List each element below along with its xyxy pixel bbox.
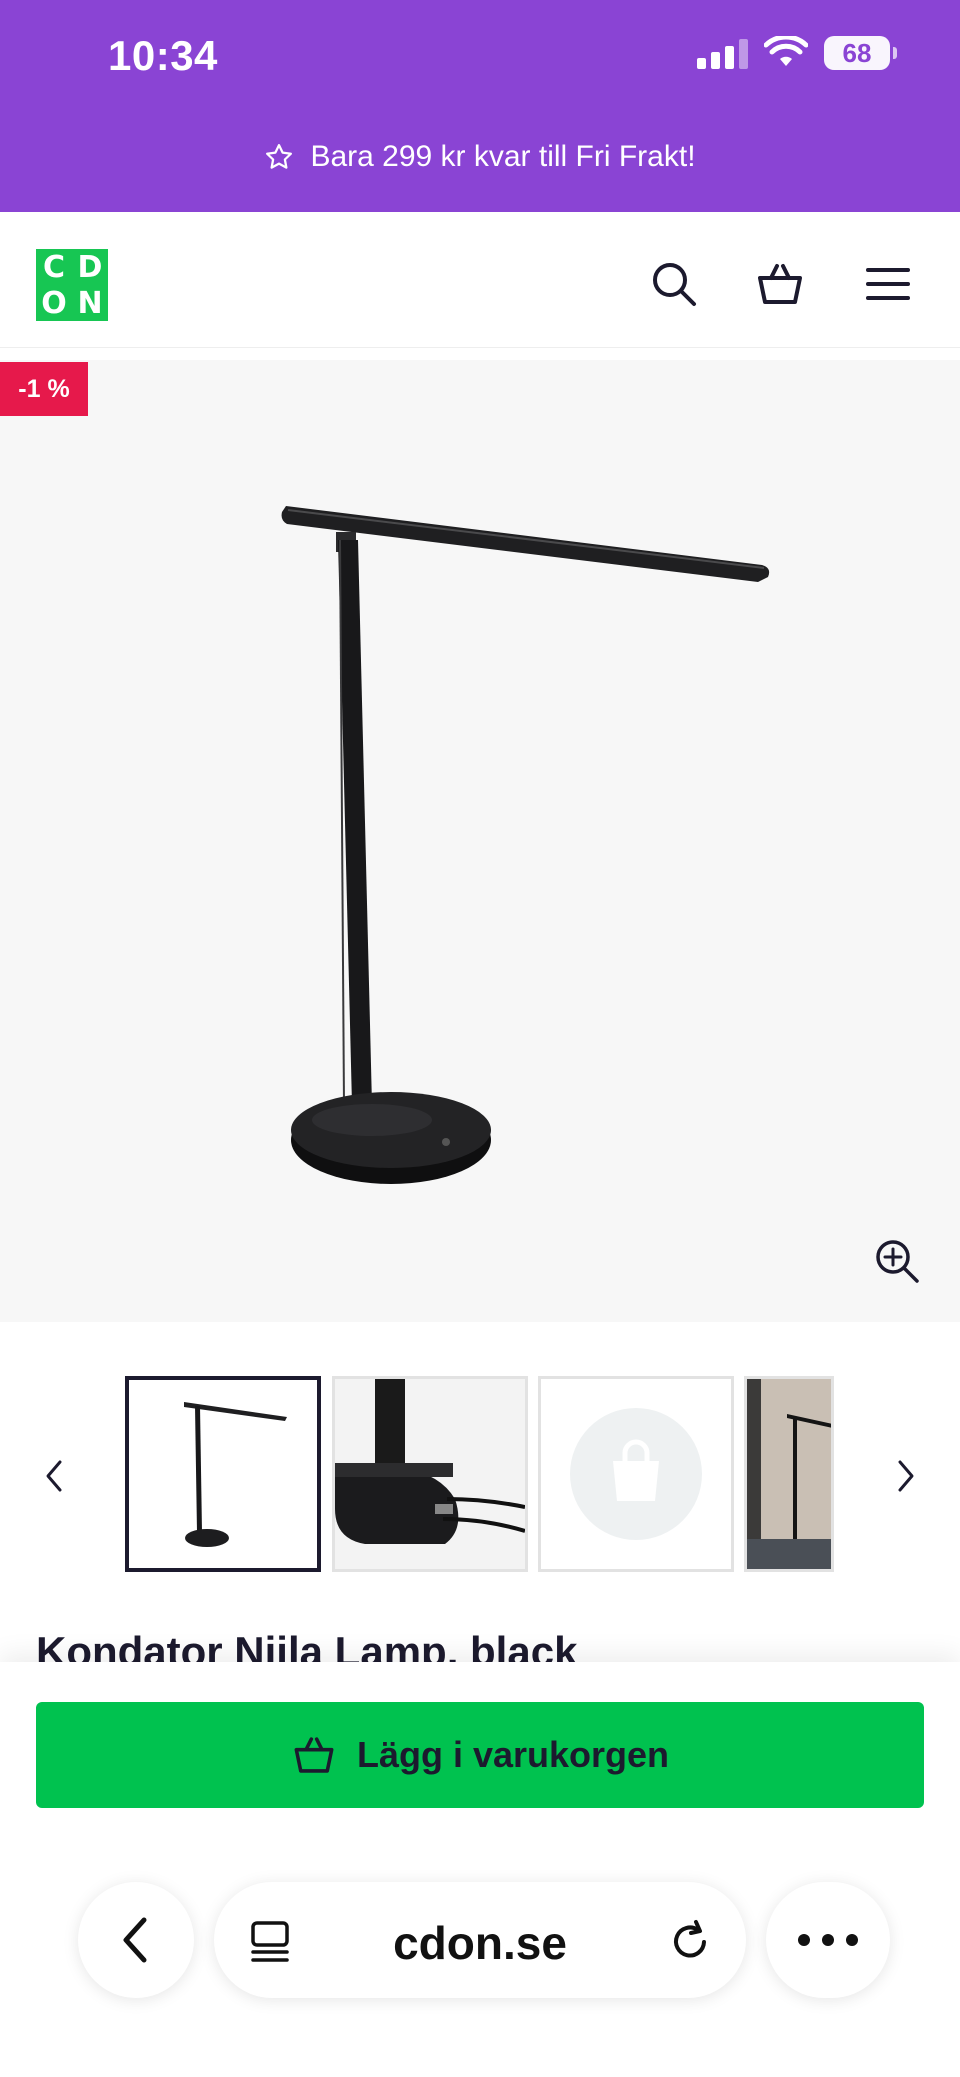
status-time: 10:34 bbox=[108, 32, 218, 79]
free-shipping-notice[interactable]: Bara 299 kr kvar till Fri Frakt! bbox=[0, 140, 960, 174]
desk-lamp-image bbox=[281, 506, 770, 1184]
menu-icon[interactable] bbox=[862, 258, 914, 310]
logo-letter: D bbox=[77, 249, 103, 285]
promo-banner: 10:34 68 Bara 299 kr kvar till Fri Frakt… bbox=[0, 0, 960, 212]
chevron-right-icon[interactable] bbox=[886, 1446, 926, 1506]
product-image[interactable] bbox=[0, 360, 960, 1322]
browser-back-button[interactable] bbox=[78, 1882, 194, 1998]
lamp-base-cable-thumbnail bbox=[335, 1379, 525, 1569]
thumbnail-carousel bbox=[0, 1376, 960, 1574]
browser-toolbar: cdon.se bbox=[0, 1862, 960, 2077]
basket-icon bbox=[294, 1737, 334, 1773]
wifi-icon bbox=[764, 36, 808, 66]
battery-icon: 68 bbox=[824, 36, 897, 70]
dot bbox=[846, 1934, 858, 1946]
reload-icon[interactable] bbox=[666, 1916, 716, 1966]
thumbnail-item[interactable] bbox=[332, 1376, 528, 1572]
discount-badge: -1 % bbox=[0, 362, 88, 416]
logo-letter: C bbox=[42, 249, 66, 285]
dot bbox=[822, 1934, 834, 1946]
thumbnail-item[interactable] bbox=[125, 1376, 321, 1572]
promo-text: Bara 299 kr kvar till Fri Frakt! bbox=[310, 140, 696, 173]
dot bbox=[798, 1934, 810, 1946]
lamp-room-thumbnail bbox=[747, 1379, 831, 1569]
basket-icon[interactable] bbox=[754, 258, 806, 310]
address-bar[interactable]: cdon.se bbox=[214, 1882, 746, 1998]
bag-placeholder-icon bbox=[541, 1379, 731, 1569]
add-to-cart-button[interactable]: Lägg i varukorgen bbox=[36, 1702, 924, 1808]
add-to-cart-label: Lägg i varukorgen bbox=[356, 1734, 670, 1775]
star-outline-icon bbox=[266, 144, 293, 169]
status-indicators: 68 bbox=[697, 36, 897, 70]
logo-letter: N bbox=[77, 285, 103, 321]
chevron-left-icon[interactable] bbox=[34, 1446, 74, 1506]
zoom-in-icon[interactable] bbox=[872, 1236, 922, 1286]
thumbnail-item[interactable] bbox=[744, 1376, 834, 1572]
logo-letter: O bbox=[41, 285, 67, 321]
cdon-logo[interactable]: C D O N bbox=[36, 249, 108, 321]
cellular-signal-icon bbox=[697, 37, 748, 69]
site-header: C D O N bbox=[0, 212, 960, 348]
search-icon[interactable] bbox=[648, 258, 700, 310]
more-options-button[interactable] bbox=[766, 1882, 890, 1998]
chevron-left-icon bbox=[123, 1917, 147, 1963]
lamp-thumbnail bbox=[129, 1380, 317, 1568]
thumbnail-item[interactable] bbox=[538, 1376, 734, 1572]
